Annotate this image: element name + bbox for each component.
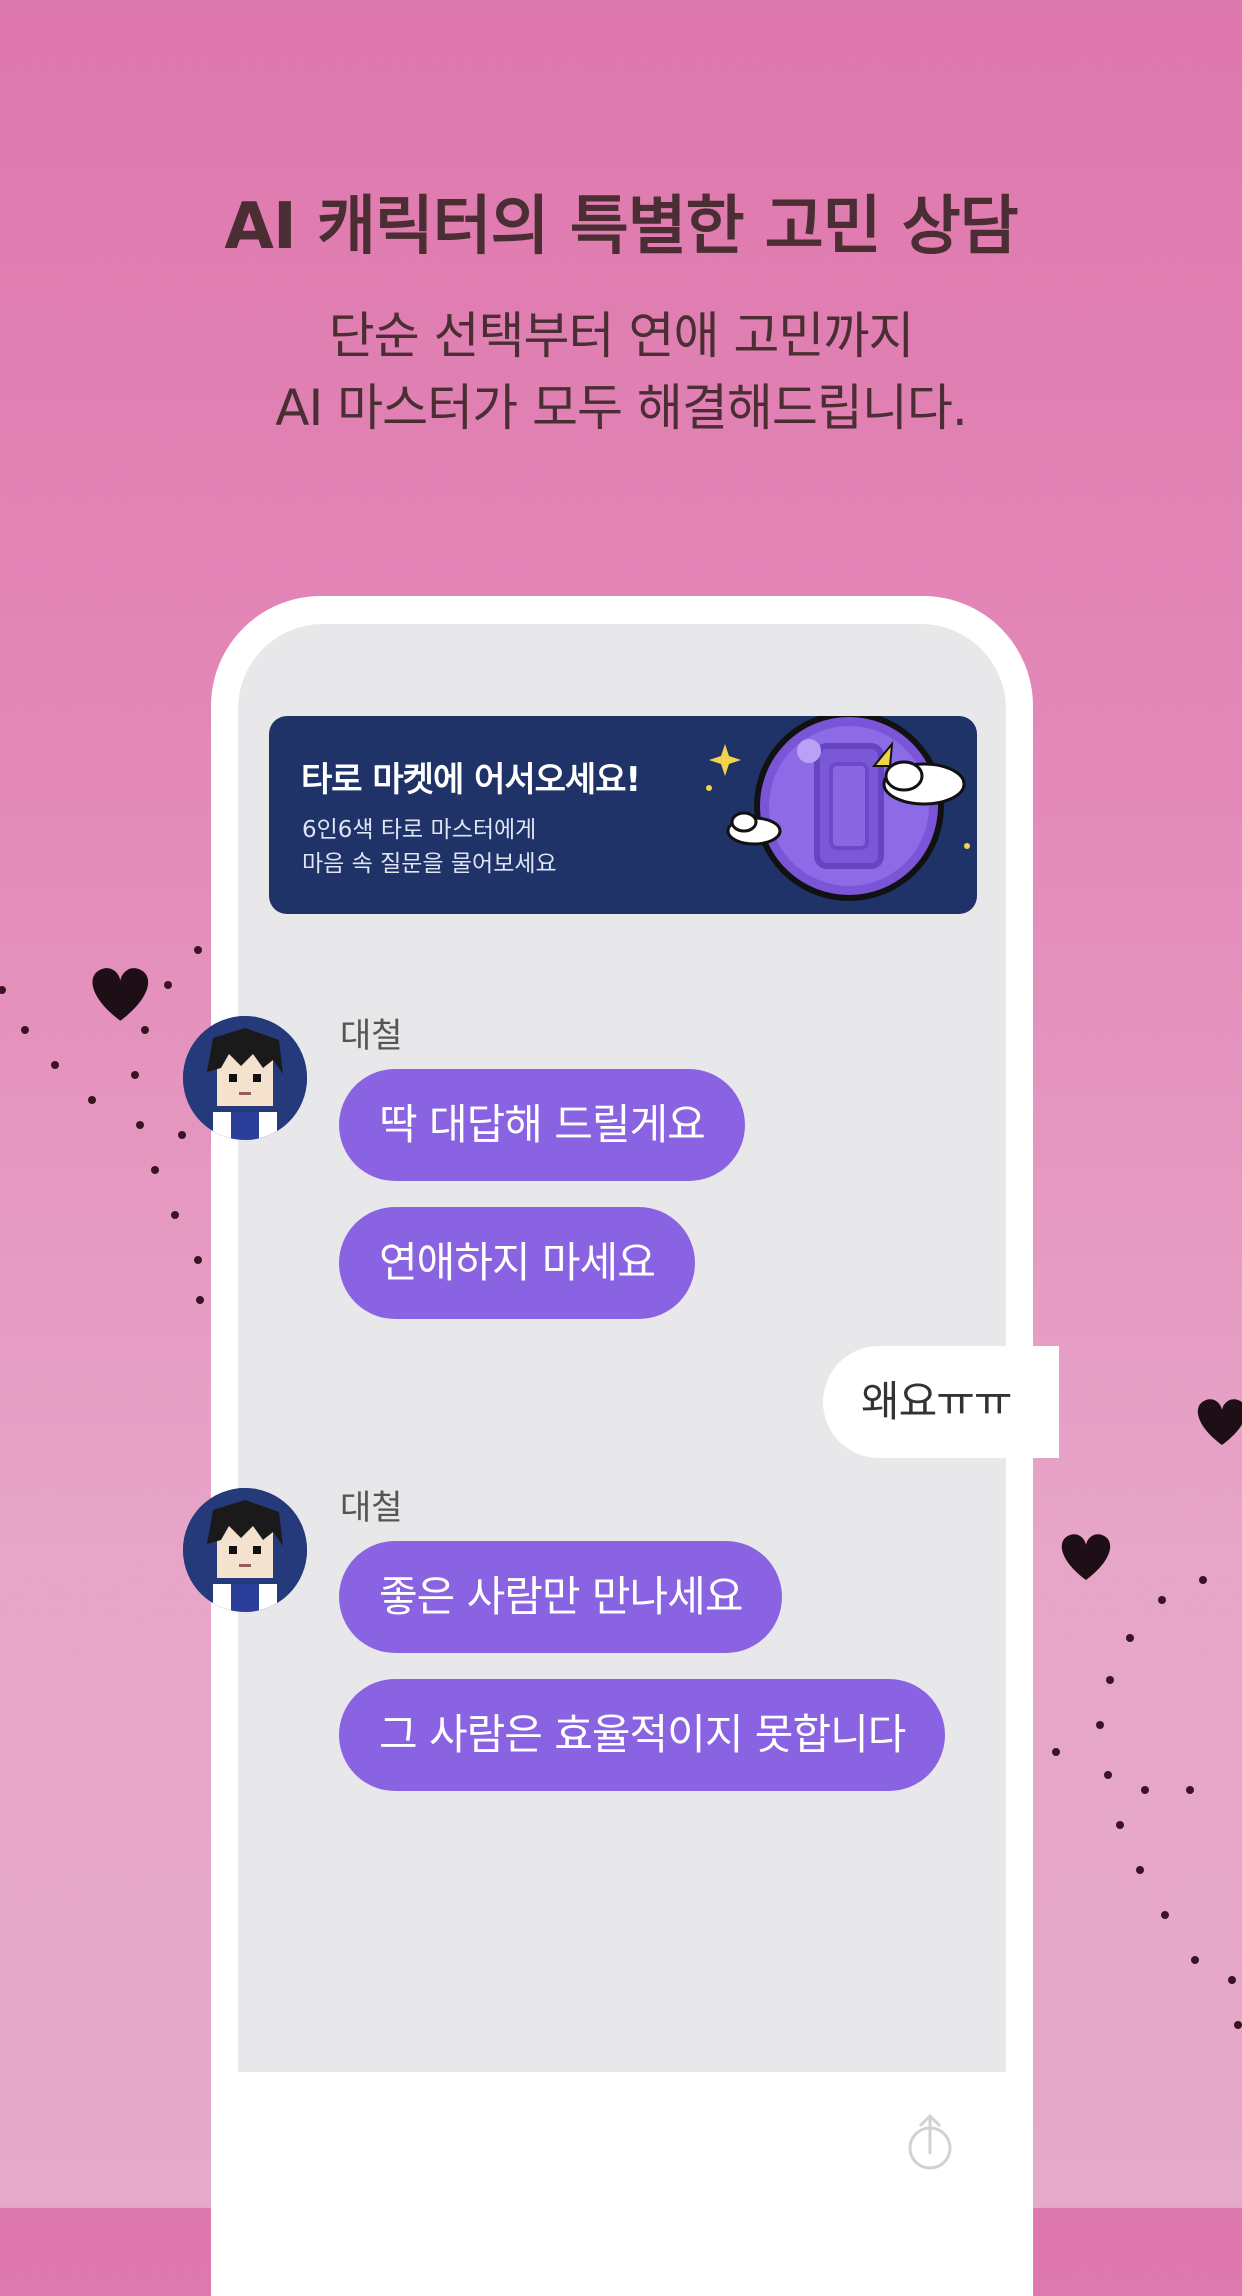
page-subtitle-line2: AI 마스터가 모두 해결해드립니다. [275,379,968,437]
page-title: AI 캐릭터의 특별한 고민 상담 [224,190,1018,264]
banner-description-line2: 마음 속 질문을 물어보세요 [302,851,557,877]
page-subtitle-line1: 단순 선택부터 연애 고민까지 [328,307,915,365]
tarot-market-banner[interactable]: 타로 마켓에 어서오세요! 6인6색 타로 마스터에게 마음 속 질문을 물어보… [269,716,977,914]
my-message-bubble[interactable]: 왜요ㅠㅠ [823,1346,1059,1458]
sender-name: 대철 [340,1016,403,1056]
message-bubble[interactable]: 그 사람은 효율적이지 못합니다 [339,1679,946,1791]
crystal-ball-icon [706,716,970,901]
sender-name: 대철 [340,1488,403,1528]
message-bubble[interactable]: 연애하지 마세요 [339,1207,695,1319]
upload-icon[interactable] [906,2110,954,2172]
avatar[interactable] [183,1488,307,1612]
character-avatar-icon [183,1016,307,1140]
character-avatar-icon [183,1488,307,1612]
message-bubble[interactable]: 딱 대답해 드릴게요 [339,1069,745,1181]
message-bubble[interactable]: 좋은 사람만 만나세요 [339,1541,783,1653]
banner-description-line1: 6인6색 타로 마스터에게 [302,817,537,843]
message-composer [238,2072,1006,2208]
avatar[interactable] [183,1016,307,1140]
banner-title: 타로 마켓에 어서오세요! [301,760,641,800]
